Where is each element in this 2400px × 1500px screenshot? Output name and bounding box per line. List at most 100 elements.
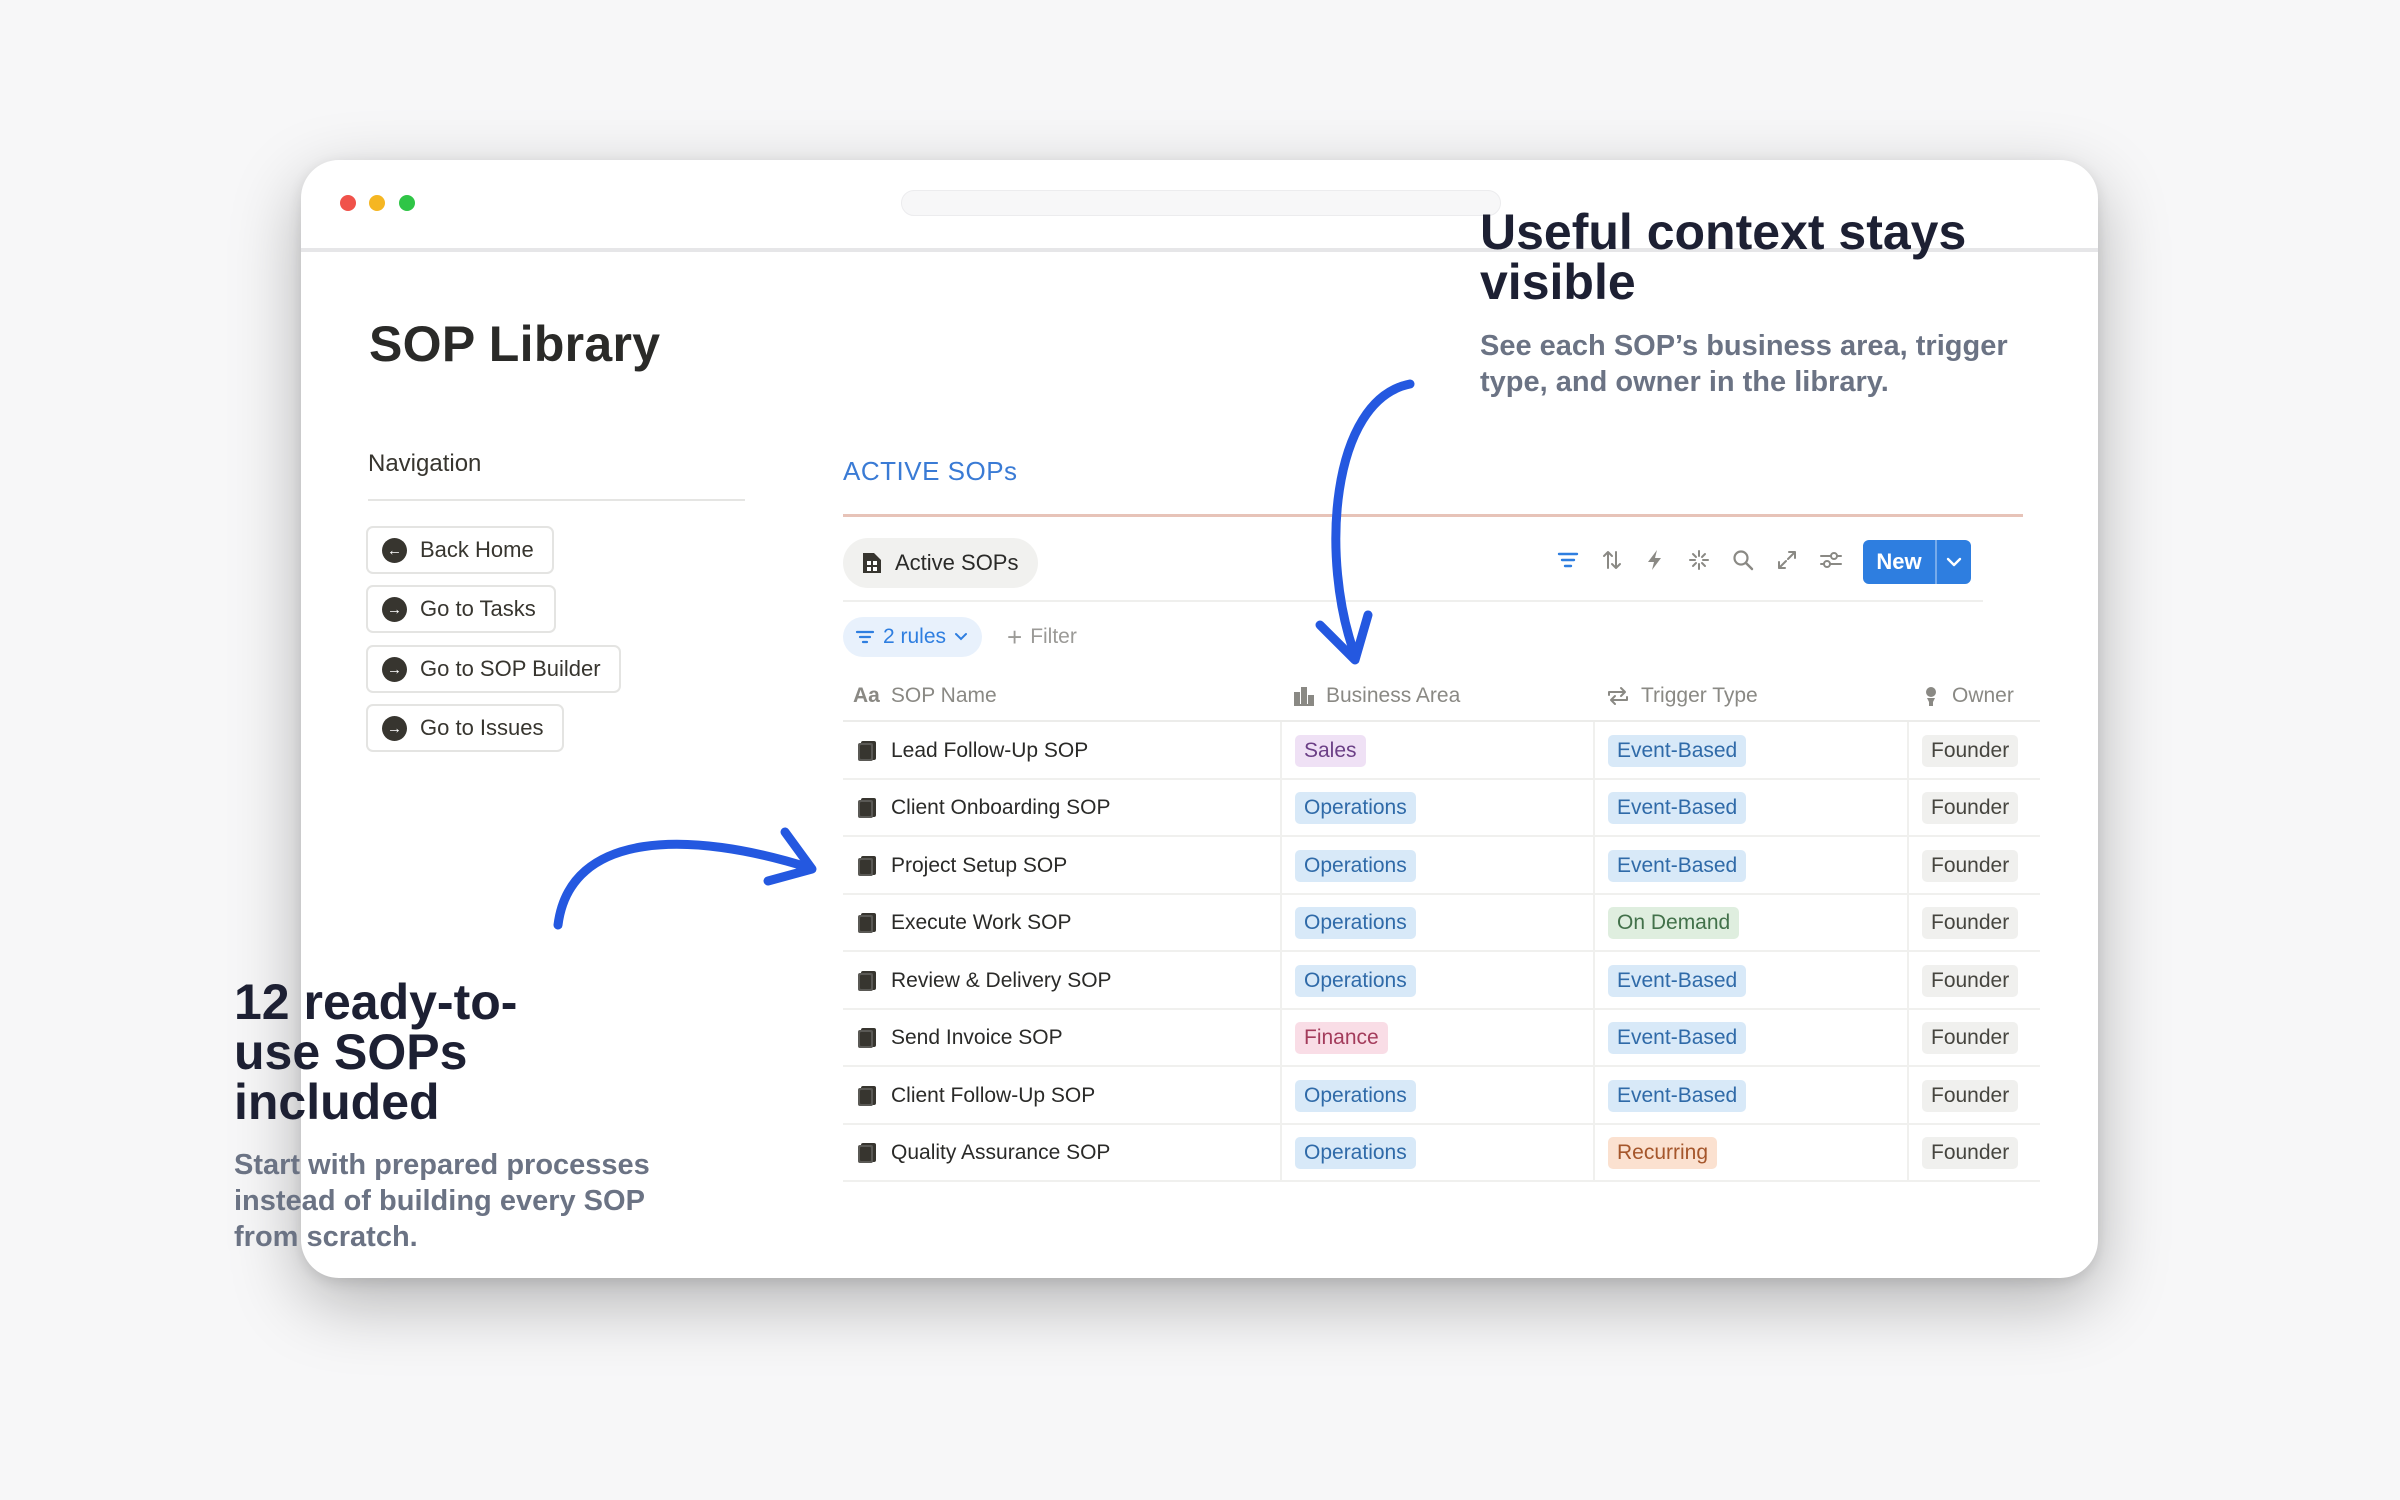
- column-header-trigger-type[interactable]: Trigger Type: [1606, 670, 1758, 722]
- trigger-type-cell[interactable]: Event-Based: [1608, 952, 1747, 1010]
- owner-tag: Founder: [1922, 1022, 2019, 1055]
- business-area-cell[interactable]: Operations: [1295, 895, 1416, 953]
- trigger-type-cell[interactable]: Event-Based: [1608, 780, 1747, 838]
- sop-name-cell[interactable]: Execute Work SOP: [857, 895, 1072, 953]
- business-area-cell[interactable]: Sales: [1295, 722, 1366, 780]
- owner-cell[interactable]: Founder: [1922, 952, 2019, 1010]
- table-row[interactable]: Client Onboarding SOP Operations Event-Bas…: [843, 779, 2040, 838]
- trigger-type-cell[interactable]: Event-Based: [1608, 1010, 1747, 1068]
- add-filter-button[interactable]: + Filter: [1007, 620, 1077, 654]
- arrow-right-circle-icon: →: [382, 715, 407, 741]
- owner-cell[interactable]: Founder: [1922, 1125, 2019, 1183]
- section-divider: [843, 514, 2023, 517]
- trigger-type-cell[interactable]: Recurring: [1608, 1125, 1718, 1183]
- document-icon: [858, 970, 876, 991]
- back-home-label: Back Home: [420, 537, 534, 562]
- owner-cell[interactable]: Founder: [1922, 1010, 2019, 1068]
- sop-name: Quality Assurance SOP: [891, 1141, 1111, 1165]
- sop-name-cell[interactable]: Lead Follow-Up SOP: [857, 722, 1088, 780]
- owner-cell[interactable]: Founder: [1922, 895, 2019, 953]
- go-to-issues-button[interactable]: → Go to Issues: [366, 704, 564, 752]
- sop-name-cell[interactable]: Client Follow-Up SOP: [857, 1067, 1095, 1125]
- column-divider: [1593, 779, 1595, 835]
- business-area-tag: Operations: [1295, 964, 1416, 997]
- column-divider: [1907, 1124, 1909, 1180]
- sop-name-cell[interactable]: Quality Assurance SOP: [857, 1125, 1110, 1183]
- document-icon: [858, 913, 876, 934]
- view-tab-active-sops[interactable]: Active SOPs: [843, 538, 1039, 588]
- owner-cell[interactable]: Founder: [1922, 722, 2019, 780]
- filter-rules-pill[interactable]: 2 rules: [843, 617, 983, 657]
- go-to-tasks-label: Go to Tasks: [420, 596, 536, 621]
- business-area-cell[interactable]: Operations: [1295, 952, 1416, 1010]
- table-row[interactable]: Send Invoice SOP Finance Event-Based Founde…: [843, 1009, 2040, 1068]
- sop-name-cell[interactable]: Review & Delivery SOP: [857, 952, 1112, 1010]
- arrow-right-circle-icon: →: [382, 656, 407, 682]
- ai-sparkle-icon[interactable]: [1685, 546, 1713, 574]
- business-area-cell[interactable]: Operations: [1295, 837, 1416, 895]
- owner-cell[interactable]: Founder: [1922, 1067, 2019, 1125]
- go-to-sop-builder-button[interactable]: → Go to SOP Builder: [366, 645, 621, 693]
- column-divider: [1280, 952, 1282, 1008]
- new-options-chevron-icon[interactable]: [1937, 557, 1971, 567]
- business-area-cell[interactable]: Operations: [1295, 1125, 1416, 1183]
- trigger-type-tag: Recurring: [1608, 1137, 1718, 1170]
- table-row[interactable]: Lead Follow-Up SOP Sales Event-Based Founde…: [843, 722, 2040, 780]
- document-icon: [858, 798, 876, 819]
- sop-name-cell[interactable]: Project Setup SOP: [857, 837, 1067, 895]
- maximize-window-button[interactable]: [399, 195, 415, 211]
- expand-icon[interactable]: [1773, 546, 1801, 574]
- owner-tag: Founder: [1922, 907, 2019, 940]
- column-divider: [1280, 779, 1282, 835]
- address-bar[interactable]: [901, 190, 1501, 216]
- trigger-type-cell[interactable]: On Demand: [1608, 895, 1740, 953]
- new-record-button[interactable]: New: [1863, 540, 1971, 584]
- navigation-divider: [368, 499, 745, 501]
- automation-icon[interactable]: [1641, 546, 1669, 574]
- column-header-sop-name[interactable]: Aa SOP Name: [853, 670, 997, 722]
- sort-icon[interactable]: [1598, 546, 1626, 574]
- filter-icon[interactable]: [1554, 546, 1582, 574]
- minimize-window-button[interactable]: [369, 195, 385, 211]
- column-header-owner[interactable]: Owner: [1921, 670, 2014, 722]
- column-divider: [1280, 722, 1282, 778]
- filter-icon: [855, 630, 875, 644]
- toolbar-divider: [843, 600, 1983, 602]
- table-row[interactable]: Project Setup SOP Operations Event-Based Fo…: [843, 837, 2040, 895]
- column-divider: [1907, 952, 1909, 1008]
- owner-cell[interactable]: Founder: [1922, 780, 2019, 838]
- sop-name: Lead Follow-Up SOP: [891, 738, 1089, 762]
- business-area-tag: Operations: [1295, 792, 1416, 825]
- go-to-tasks-button[interactable]: → Go to Tasks: [366, 585, 556, 633]
- table-row[interactable]: Execute Work SOP Operations On Demand Found…: [843, 894, 2040, 953]
- owner-cell[interactable]: Founder: [1922, 837, 2019, 895]
- repeat-property-icon: [1606, 685, 1630, 707]
- sop-name: Execute Work SOP: [891, 911, 1072, 935]
- column-divider: [1593, 1009, 1595, 1065]
- table-row[interactable]: Client Follow-Up SOP Operations Event-Base…: [843, 1067, 2040, 1125]
- document-icon: [858, 1143, 876, 1164]
- trigger-type-cell[interactable]: Event-Based: [1608, 722, 1747, 780]
- table-row[interactable]: Review & Delivery SOP Operations Event-Bas…: [843, 952, 2040, 1010]
- column-divider: [1907, 894, 1909, 950]
- database-section-title: ACTIVE SOPs: [843, 456, 1018, 486]
- trigger-type-cell[interactable]: Event-Based: [1608, 837, 1747, 895]
- business-area-cell[interactable]: Finance: [1295, 1010, 1388, 1068]
- column-header-business-area[interactable]: Business Area: [1293, 670, 1460, 722]
- trigger-type-cell[interactable]: Event-Based: [1608, 1067, 1747, 1125]
- business-area-cell[interactable]: Operations: [1295, 1067, 1416, 1125]
- sop-name-cell[interactable]: Client Onboarding SOP: [857, 780, 1110, 838]
- search-icon[interactable]: [1729, 546, 1757, 574]
- business-area-cell[interactable]: Operations: [1295, 780, 1416, 838]
- back-home-button[interactable]: ← Back Home: [366, 526, 554, 574]
- table-row[interactable]: Quality Assurance SOP Operations Recurring…: [843, 1124, 2040, 1183]
- business-area-tag: Sales: [1295, 734, 1366, 767]
- sops-callout-title: 12 ready-to-use SOPs included: [234, 974, 518, 1130]
- settings-icon[interactable]: [1817, 546, 1845, 574]
- close-window-button[interactable]: [340, 195, 356, 211]
- text-property-icon: Aa: [853, 684, 880, 707]
- sop-name-cell[interactable]: Send Invoice SOP: [857, 1010, 1063, 1068]
- business-area-tag: Finance: [1295, 1022, 1388, 1055]
- column-divider: [1907, 722, 1909, 778]
- business-area-tag: Operations: [1295, 849, 1416, 882]
